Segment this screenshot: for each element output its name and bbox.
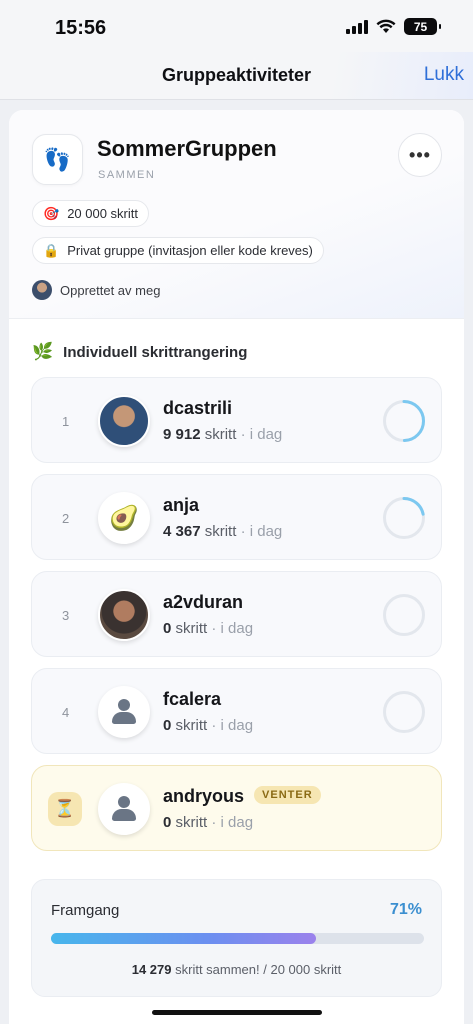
battery-icon: 75 <box>404 18 441 35</box>
rank-number: 2 <box>62 510 70 526</box>
more-options-button[interactable]: ••• <box>398 133 442 177</box>
rank-number: 1 <box>62 413 70 429</box>
creator-avatar <box>32 280 52 300</box>
avatar <box>98 395 150 447</box>
leaf-icon: 🌿 <box>32 342 54 361</box>
goal-chip: 🎯 20 000 skritt <box>32 200 150 227</box>
progress-summary: 14 279 skritt sammen! / 20 000 skritt <box>131 962 342 977</box>
group-header: 👣 SommerGruppen SAMMEN ••• 🎯 20 000 skri… <box>9 110 464 319</box>
progress-ring <box>383 691 425 733</box>
person-icon <box>111 699 137 725</box>
avatar: 🥑 <box>98 492 150 544</box>
hourglass-icon: ⏳ <box>48 792 82 826</box>
avatar <box>98 686 150 738</box>
privacy-chip: 🔒 Privat gruppe (invitasjon eller kode k… <box>32 237 324 264</box>
member-steps: 9 912 skritt · i dag <box>163 426 283 443</box>
avocado-icon: 🥑 <box>109 504 139 532</box>
more-icon: ••• <box>409 144 431 165</box>
status-icons: 75 <box>346 18 441 35</box>
member-steps: 0 skritt · i dag <box>163 620 254 637</box>
cellular-signal-icon <box>346 19 368 34</box>
avatar <box>98 783 150 835</box>
group-sheet: 👣 SommerGruppen SAMMEN ••• 🎯 20 000 skri… <box>9 110 464 1024</box>
ranking-row[interactable]: 1 dcastrili 9 912 skritt · i dag <box>31 377 442 463</box>
progress-fill <box>51 933 316 944</box>
member-name: a2vduran <box>163 592 244 612</box>
ranking-title: Individuell skrittrangering <box>63 343 248 361</box>
privacy-chip-label: Privat gruppe (invitasjon eller kode kre… <box>67 243 313 258</box>
goal-chip-label: 20 000 skritt <box>67 206 139 221</box>
target-icon: 🎯 <box>43 205 60 221</box>
page-title: Gruppeaktiviteter <box>161 65 312 85</box>
avatar <box>98 589 150 641</box>
member-name: dcastrili <box>163 398 233 418</box>
footprints-icon: 👣 <box>32 134 83 185</box>
status-time: 15:56 <box>55 17 107 39</box>
member-steps: 4 367 skritt · i dag <box>163 523 283 540</box>
person-icon <box>111 796 137 822</box>
progress-card: Framgang 71% 14 279 skritt sammen! / 20 … <box>31 879 442 997</box>
nav-header: Gruppeaktiviteter Lukk <box>0 52 473 100</box>
close-button[interactable]: Lukk <box>424 64 464 86</box>
ranking-row[interactable]: 4 fcalera 0 skritt · i dag <box>31 668 442 754</box>
member-name: fcalera <box>163 689 222 709</box>
ranking-section-title: 🌿 Individuell skrittrangering <box>32 342 247 362</box>
member-name: anja <box>163 495 200 515</box>
home-indicator <box>152 1010 322 1015</box>
progress-track <box>51 933 424 944</box>
ranking-row[interactable]: 3 a2vduran 0 skritt · i dag <box>31 571 442 657</box>
status-bar: 15:56 75 <box>0 0 473 52</box>
pending-member-row[interactable]: ⏳ andryous VENTER 0 skritt · i dag <box>31 765 442 851</box>
creator-info: Opprettet av meg <box>32 280 160 300</box>
creator-label: Opprettet av meg <box>60 282 161 298</box>
progress-label: Framgang <box>51 902 120 919</box>
progress-ring <box>383 400 425 442</box>
rank-number: 4 <box>62 704 70 720</box>
rank-number: 3 <box>62 607 70 623</box>
lock-icon: 🔒 <box>43 242 60 258</box>
member-steps: 0 skritt · i dag <box>163 717 254 734</box>
progress-percent: 71% <box>389 901 422 918</box>
member-name: andryous VENTER <box>163 786 321 807</box>
progress-ring <box>383 594 425 636</box>
member-steps: 0 skritt · i dag <box>163 814 254 831</box>
progress-ring <box>383 497 425 539</box>
wifi-icon <box>376 19 396 33</box>
group-mode: SAMMEN <box>98 169 156 181</box>
ranking-row[interactable]: 2 🥑 anja 4 367 skritt · i dag <box>31 474 442 560</box>
pending-badge: VENTER <box>254 786 321 805</box>
group-name: SommerGruppen <box>97 136 277 161</box>
